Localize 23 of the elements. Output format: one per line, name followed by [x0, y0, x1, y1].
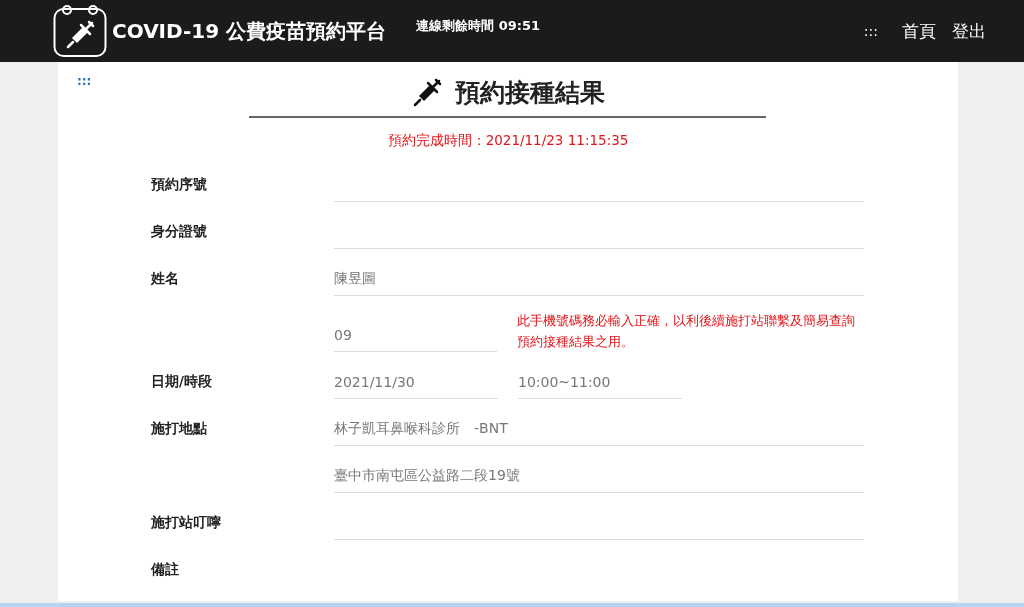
field-label: 備註 — [151, 561, 179, 579]
field-label: 施打地點 — [151, 420, 207, 438]
warning-note: 此手機號碼務必輸入正確，以利後續施打站聯繫及簡易查詢預約接種結果之用。 — [516, 312, 856, 351]
text-field[interactable]: 09 — [334, 318, 497, 352]
field-label: 施打站叮嚀 — [151, 514, 221, 532]
syringe-logo-icon — [53, 4, 107, 58]
text-field[interactable]: 林子凱耳鼻喉科診所 -BNT — [334, 412, 864, 446]
menu-icon[interactable]: ::: — [863, 23, 878, 39]
field-label: 身分證號 — [151, 223, 207, 241]
field-label: 預約序號 — [151, 176, 207, 194]
session-timer: 連線剩餘時間 09:51 — [416, 17, 541, 35]
text-field[interactable]: 2021/11/30 — [334, 365, 498, 399]
text-field[interactable]: 陳昱圖 — [334, 262, 864, 296]
completion-time: 預約完成時間：2021/11/23 11:15:35 — [386, 132, 630, 150]
nav-link[interactable]: 首頁 — [902, 19, 936, 43]
page-title: 預約接種結果 — [454, 77, 605, 109]
field-label: 日期/時段 — [151, 373, 212, 391]
text-field[interactable]: 臺中市南屯區公益路二段19號 — [334, 459, 864, 493]
field-label: 姓名 — [151, 270, 179, 288]
nav-link[interactable]: 登出 — [952, 19, 986, 43]
menu-toggle[interactable]: ::: — [77, 74, 92, 88]
app-title: COVID-19 公費疫苗預約平台 — [112, 17, 387, 45]
text-field[interactable]: 10:00~11:00 — [518, 365, 682, 399]
